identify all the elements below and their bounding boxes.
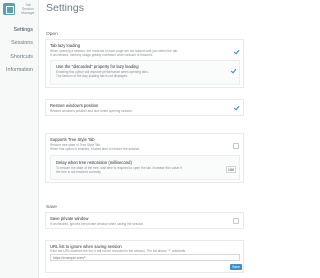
- page-title: Settings: [46, 2, 84, 14]
- save-private-window-checkbox[interactable]: [233, 218, 239, 224]
- discarded-property-desc-2: The favicon of the lazy loading tab is n…: [56, 74, 129, 78]
- section-title-open: Open: [46, 32, 58, 37]
- sidebar: Tab Session Manager Settings Sessions Sh…: [0, 0, 39, 278]
- tab-lazy-loading-checkbox[interactable]: [233, 49, 239, 55]
- restore-window-position-title: Restore window's position: [50, 103, 99, 108]
- sidebar-item-sessions[interactable]: Sessions: [6, 40, 33, 47]
- main-content: Settings Open Tab lazy loading When open…: [39, 0, 250, 278]
- ignore-url-list-card: URL list to ignore when saving session I…: [45, 240, 244, 273]
- tree-style-tab-title: Supports Tree Style Tab: [50, 137, 95, 142]
- discarded-property-subcard: Use the "discarded" property for lazy lo…: [50, 60, 240, 85]
- discarded-property-checkbox[interactable]: [230, 68, 236, 74]
- tree-delay-input[interactable]: [226, 166, 236, 173]
- sidebar-nav: Settings Sessions Shortcuts Information: [6, 27, 33, 81]
- tree-style-tab-desc-2: When this option is enabled, it takes ti…: [50, 147, 141, 151]
- tab-session-manager-logo-icon: [3, 3, 15, 15]
- section-title-save: Save: [46, 205, 57, 210]
- ignore-url-list-desc: If the tab URL matches the list, it will…: [50, 249, 187, 253]
- restore-window-position-card: Restore window's position Restore window…: [45, 99, 244, 116]
- tree-style-tab-checkbox[interactable]: [233, 143, 239, 149]
- tab-lazy-loading-desc-2: If unchecked, memory usage greatly incre…: [50, 53, 153, 57]
- tab-lazy-loading-card: Tab lazy loading When opening a session,…: [45, 39, 244, 88]
- save-private-window-card: Save private window If unchecked, ignore…: [45, 212, 244, 229]
- restore-window-position-checkbox[interactable]: [233, 105, 239, 111]
- sidebar-item-settings[interactable]: Settings: [6, 27, 33, 34]
- save-button[interactable]: Save: [230, 264, 242, 270]
- tree-delay-subcard: Delay when tree restoration (millisecond…: [50, 155, 240, 180]
- save-private-window-title: Save private window: [50, 216, 89, 221]
- save-private-window-desc: If unchecked, ignores the private window…: [50, 222, 145, 226]
- tree-delay-title: Delay when tree restoration (millisecond…: [56, 160, 132, 165]
- sidebar-item-information[interactable]: Information: [6, 67, 33, 74]
- brand-text: Tab Session Manager: [21, 3, 35, 16]
- restore-window-position-desc: Restore window's position and size when …: [50, 109, 133, 113]
- sidebar-item-shortcuts[interactable]: Shortcuts: [6, 54, 33, 61]
- tree-style-tab-card: Supports Tree Style Tab Restore tree sta…: [45, 133, 244, 183]
- discarded-property-title: Use the "discarded" property for lazy lo…: [56, 64, 139, 69]
- tree-delay-desc-2: the tree is not restored correctly.: [56, 170, 102, 174]
- ignore-url-list-input[interactable]: [50, 254, 240, 261]
- tab-lazy-loading-title: Tab lazy loading: [50, 43, 81, 48]
